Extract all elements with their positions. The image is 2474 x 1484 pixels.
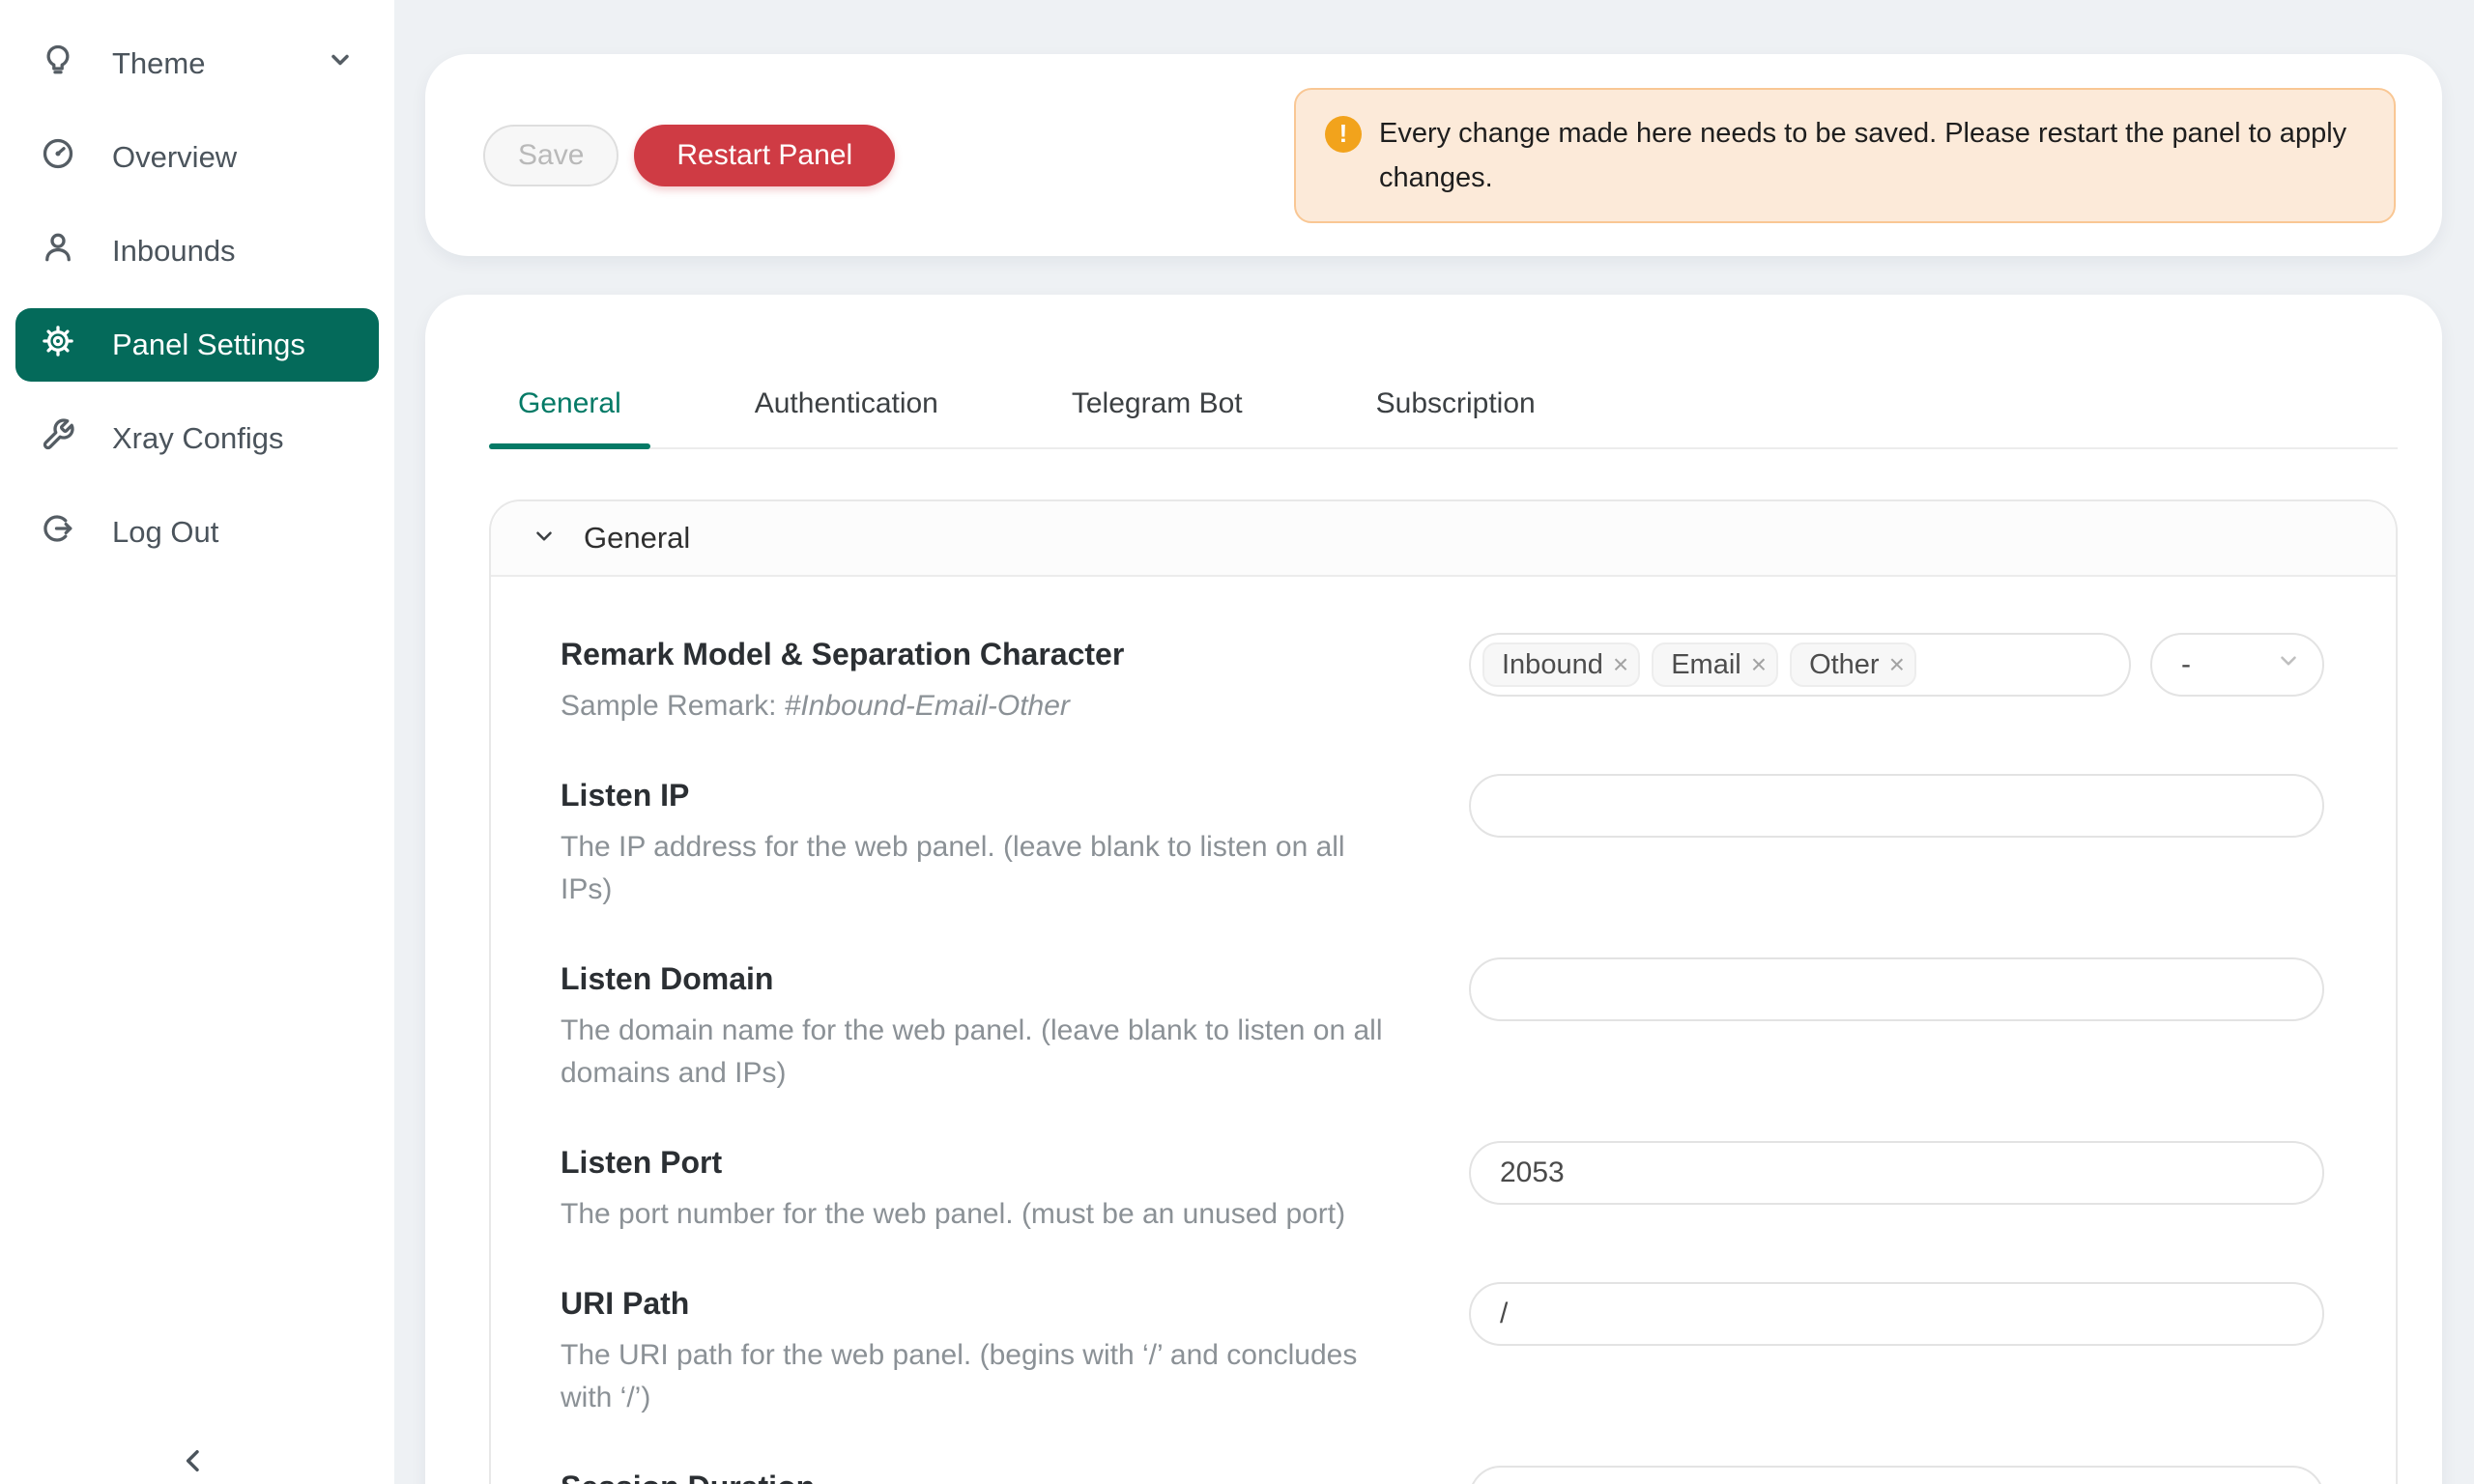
dashboard-icon: [41, 136, 75, 179]
field-label: Listen Domain: [561, 957, 1469, 1000]
session-duration-input[interactable]: [1469, 1466, 2324, 1484]
general-collapse-header[interactable]: General: [491, 501, 2396, 577]
chevron-down-icon: [327, 46, 354, 81]
field-label: Session Duration: [561, 1466, 1469, 1484]
sidebar-item-label: Theme: [112, 46, 205, 81]
user-icon: [41, 230, 75, 272]
form-row-remark-model: Remark Model & Separation Character Samp…: [561, 633, 2324, 728]
gear-icon: [41, 324, 75, 366]
form-row-listen-ip: Listen IP The IP address for the web pan…: [561, 774, 2324, 911]
section-title: General: [584, 521, 690, 556]
chevron-left-icon: [178, 1445, 209, 1481]
sidebar-item-label: Panel Settings: [112, 328, 305, 362]
separator-select[interactable]: -: [2150, 633, 2324, 697]
sidebar-item-xray-configs[interactable]: Xray Configs: [15, 402, 379, 475]
sidebar-item-log-out[interactable]: Log Out: [15, 496, 379, 569]
main-content: Save Restart Panel ! Every change made h…: [394, 0, 2474, 1484]
warning-icon: !: [1325, 116, 1362, 153]
logout-icon: [41, 511, 75, 554]
restart-panel-button[interactable]: Restart Panel: [634, 125, 895, 186]
tab-telegram-bot[interactable]: Telegram Bot: [1043, 384, 1272, 447]
listen-port-input[interactable]: [1469, 1141, 2324, 1205]
sidebar: Theme Overview Inbounds Panel Settings: [0, 0, 394, 1484]
sidebar-item-theme[interactable]: Theme: [15, 27, 379, 100]
warning-alert: ! Every change made here needs to be sav…: [1294, 88, 2396, 223]
bulb-icon: [41, 43, 75, 85]
form-row-listen-domain: Listen Domain The domain name for the we…: [561, 957, 2324, 1095]
toolbar-card: Save Restart Panel ! Every change made h…: [425, 54, 2442, 256]
field-label: Listen IP: [561, 774, 1469, 816]
sidebar-item-label: Overview: [112, 140, 237, 175]
settings-tabs: General Authentication Telegram Bot Subs…: [489, 295, 2398, 449]
save-button[interactable]: Save: [483, 125, 618, 186]
tab-authentication[interactable]: Authentication: [726, 384, 967, 447]
tab-general[interactable]: General: [489, 384, 650, 447]
sidebar-item-label: Inbounds: [112, 234, 236, 269]
sidebar-item-panel-settings[interactable]: Panel Settings: [15, 308, 379, 382]
wrench-icon: [41, 417, 75, 460]
close-icon[interactable]: ×: [1889, 651, 1905, 678]
sidebar-item-label: Log Out: [112, 515, 218, 550]
uri-path-input[interactable]: [1469, 1282, 2324, 1346]
sidebar-item-label: Xray Configs: [112, 421, 283, 456]
tab-subscription[interactable]: Subscription: [1347, 384, 1565, 447]
warning-alert-text: Every change made here needs to be saved…: [1379, 111, 2365, 200]
tag-inbound: Inbound ×: [1482, 642, 1640, 687]
field-description: Sample Remark: #Inbound-Email-Other: [561, 685, 1469, 728]
field-description: The IP address for the web panel. (leave…: [561, 826, 1469, 911]
tag-email: Email ×: [1652, 642, 1778, 687]
form-row-session-duration: Session Duration The duration for which …: [561, 1466, 2324, 1484]
form-row-listen-port: Listen Port The port number for the web …: [561, 1141, 2324, 1236]
tag-other: Other ×: [1790, 642, 1916, 687]
listen-domain-input[interactable]: [1469, 957, 2324, 1021]
sidebar-collapse-button[interactable]: [172, 1441, 215, 1484]
field-label: Remark Model & Separation Character: [561, 633, 1469, 675]
general-settings-form: Remark Model & Separation Character Samp…: [491, 577, 2396, 1484]
close-icon[interactable]: ×: [1613, 651, 1628, 678]
listen-ip-input[interactable]: [1469, 774, 2324, 838]
sidebar-item-overview[interactable]: Overview: [15, 121, 379, 194]
field-description: The URI path for the web panel. (begins …: [561, 1334, 1469, 1419]
field-description: The port number for the web panel. (must…: [561, 1193, 1469, 1236]
sidebar-item-inbounds[interactable]: Inbounds: [15, 214, 379, 288]
field-label: Listen Port: [561, 1141, 1469, 1184]
field-label: URI Path: [561, 1282, 1469, 1325]
chevron-down-icon: [532, 524, 557, 554]
form-row-uri-path: URI Path The URI path for the web panel.…: [561, 1282, 2324, 1419]
panel-settings-card: General Authentication Telegram Bot Subs…: [425, 295, 2442, 1484]
general-collapse-panel: General Remark Model & Separation Charac…: [489, 499, 2398, 1484]
separator-select-value: -: [2181, 648, 2191, 681]
remark-model-multiselect[interactable]: Inbound × Email × Other ×: [1469, 633, 2131, 697]
close-icon[interactable]: ×: [1751, 651, 1767, 678]
chevron-down-icon: [2276, 648, 2301, 681]
field-description: The domain name for the web panel. (leav…: [561, 1010, 1469, 1095]
